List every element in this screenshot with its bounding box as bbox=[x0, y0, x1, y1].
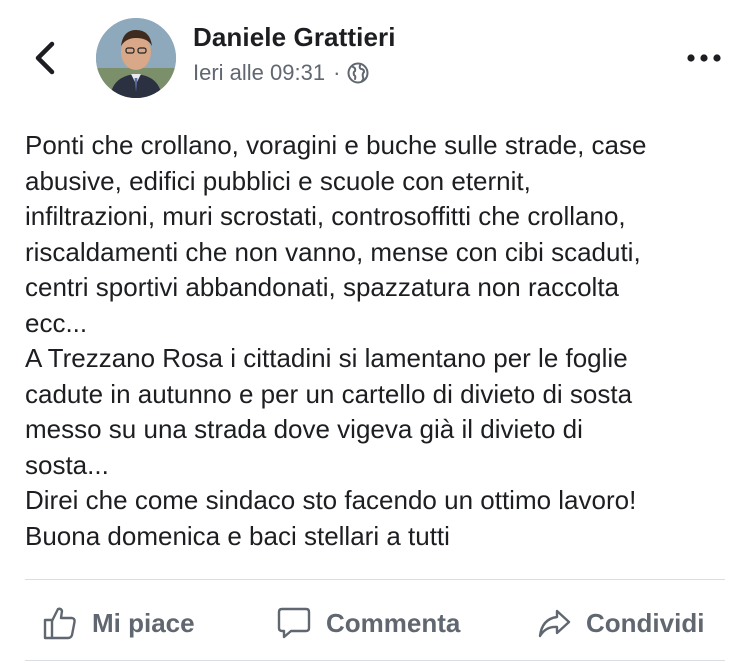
like-label: Mi piace bbox=[92, 607, 195, 638]
post-line: Ponti che crollano, voragini e buche sul… bbox=[25, 130, 647, 160]
actions-divider-bottom bbox=[25, 660, 725, 661]
post-meta: Ieri alle 09:31 · bbox=[193, 60, 369, 86]
like-button[interactable]: Mi piace bbox=[42, 594, 195, 652]
post-line: Buona domenica e baci stellari a tutti bbox=[25, 520, 450, 551]
post-line: ecc... bbox=[25, 307, 88, 338]
avatar[interactable] bbox=[96, 18, 176, 98]
meta-separator: · bbox=[333, 60, 341, 85]
post-line: cadute in autunno e per un cartello di d… bbox=[25, 378, 633, 409]
more-options-button[interactable] bbox=[684, 48, 724, 68]
post-line: riscaldamenti che non vanno, mense con c… bbox=[25, 236, 641, 267]
more-dots-icon bbox=[687, 54, 721, 62]
author-photo bbox=[96, 18, 176, 98]
back-button[interactable] bbox=[28, 38, 64, 78]
post-page: Daniele Grattieri Ieri alle 09:31 · Pont… bbox=[0, 0, 750, 663]
comment-bubble-icon bbox=[277, 607, 311, 639]
comment-label: Commenta bbox=[326, 607, 461, 638]
comment-button[interactable]: Commenta bbox=[276, 594, 460, 652]
post-line: sosta... bbox=[25, 449, 109, 480]
post-line: infiltrazioni, muri scrostati, controsof… bbox=[25, 201, 626, 231]
chevron-left-icon bbox=[35, 41, 55, 75]
post-line: messo su una strada dove vigeva già il d… bbox=[25, 414, 583, 444]
post-line: abusive, edifici pubblici e scuole con e… bbox=[25, 165, 531, 196]
actions-divider-top bbox=[25, 579, 725, 580]
post-line: Direi che come sindaco sto facendo un ot… bbox=[25, 485, 637, 515]
globe-icon bbox=[347, 62, 369, 84]
post-body: Ponti che crollano, voragini e buche sul… bbox=[25, 128, 730, 554]
post-line: A Trezzano Rosa i cittadini si lamentano… bbox=[25, 343, 628, 373]
post-line: centri sportivi abbandonati, spazzatura … bbox=[25, 272, 620, 302]
share-label: Condividi bbox=[586, 607, 705, 638]
action-bar: Mi piace Commenta Condividi bbox=[0, 594, 750, 652]
author-name[interactable]: Daniele Grattieri bbox=[193, 22, 396, 53]
share-button[interactable]: Condividi bbox=[536, 594, 704, 652]
timestamp[interactable]: Ieri alle 09:31 bbox=[193, 60, 325, 86]
thumbs-up-icon bbox=[43, 607, 76, 640]
share-arrow-icon bbox=[538, 609, 571, 638]
